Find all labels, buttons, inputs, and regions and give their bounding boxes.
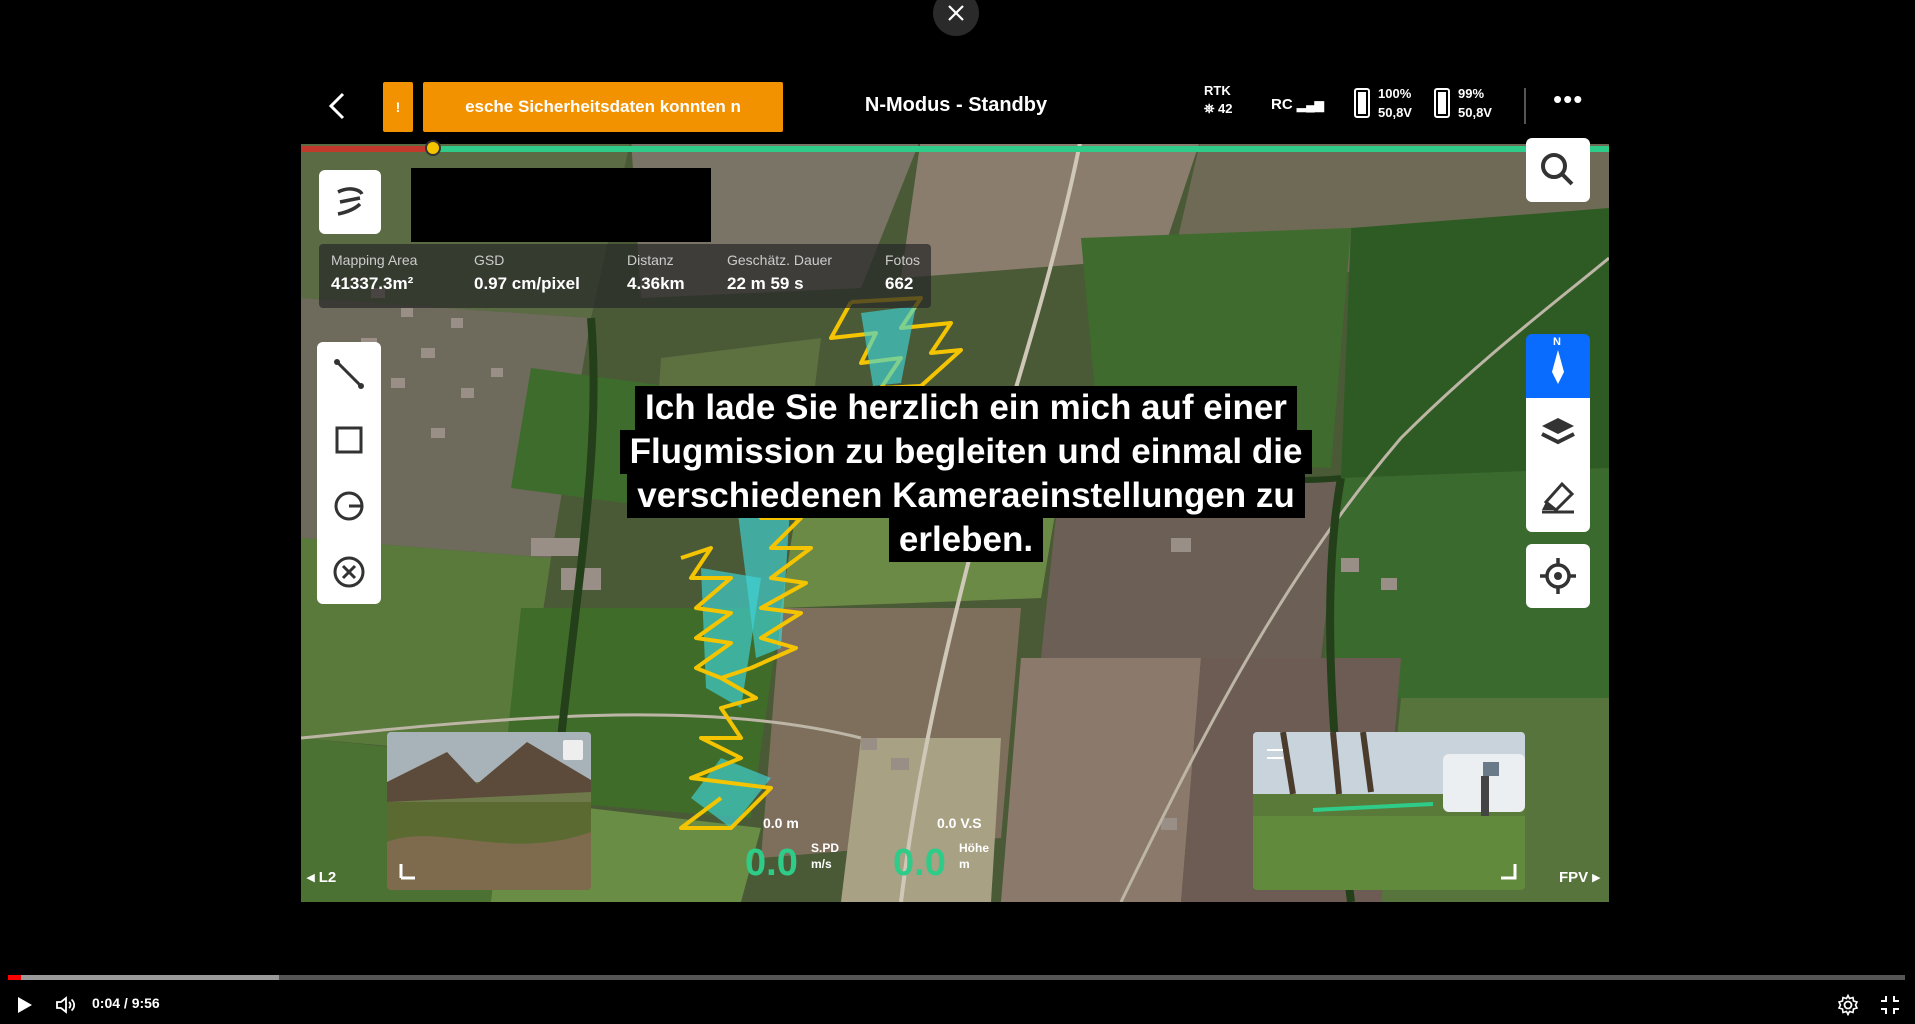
horizontal-speed-value: 0.0 bbox=[745, 842, 798, 884]
mission-stats-panel: Mapping Area 41337.3m² GSD 0.97 cm/pixel D… bbox=[319, 244, 931, 308]
search-icon bbox=[1541, 153, 1574, 186]
battery1-voltage: 50,8V bbox=[1378, 105, 1412, 120]
back-icon[interactable] bbox=[323, 88, 353, 124]
l2-camera-label[interactable]: ◂ L2 bbox=[307, 868, 336, 886]
mission-progress-marker[interactable] bbox=[425, 140, 441, 156]
compass-north-label: N bbox=[1553, 336, 1561, 348]
rc-label: RC bbox=[1271, 96, 1293, 113]
video-frame[interactable]: ! esche Sicherheitsdaten konnten n N-Mod… bbox=[301, 70, 1609, 902]
signal-bars-icon: ▂▄▆ bbox=[1296, 98, 1324, 112]
stat-distance: Distanz 4.36km bbox=[627, 252, 685, 293]
layers-icon[interactable] bbox=[1526, 400, 1590, 464]
camera-preview-right[interactable] bbox=[1253, 732, 1525, 890]
vertical-speed-label: 0.0 V.S bbox=[937, 815, 982, 831]
orbit-tool-icon[interactable] bbox=[331, 488, 367, 524]
close-button[interactable] bbox=[933, 0, 979, 36]
warning-icon[interactable]: ! bbox=[383, 82, 413, 132]
mission-progress-track[interactable] bbox=[301, 146, 1609, 152]
subtitle-line-4: erleben. bbox=[888, 518, 1044, 562]
area-tool-icon[interactable] bbox=[331, 422, 367, 458]
horizontal-distance-label: 0.0 m bbox=[763, 815, 799, 831]
video-progress-buffer bbox=[8, 975, 279, 980]
volume-icon[interactable] bbox=[54, 993, 78, 1017]
camera-preview-left[interactable] bbox=[387, 732, 591, 890]
battery1-percent: 100% bbox=[1378, 86, 1412, 101]
battery2-icon bbox=[1434, 88, 1450, 118]
mission-type-button[interactable] bbox=[319, 170, 381, 234]
altitude-unit: Höhe m bbox=[959, 841, 989, 871]
eraser-icon[interactable] bbox=[1526, 464, 1590, 528]
altitude-value: 0.0 bbox=[893, 842, 946, 884]
video-progress-played[interactable] bbox=[8, 975, 21, 980]
horizontal-speed-unit: S.PD m/s bbox=[811, 841, 840, 871]
satellite-icon: ⛯ bbox=[1204, 101, 1215, 116]
app-top-bar: ! esche Sicherheitsdaten konnten n N-Mod… bbox=[301, 70, 1609, 144]
battery2-status[interactable]: 99% 50,8V bbox=[1458, 84, 1492, 122]
fpv-camera-label[interactable]: FPV ▸ bbox=[1559, 868, 1600, 886]
subtitle-line-2: Flugmission zu begleiten und einmal die bbox=[619, 430, 1313, 474]
locate-button[interactable] bbox=[1526, 544, 1590, 608]
close-icon bbox=[948, 5, 964, 21]
warning-banner[interactable]: esche Sicherheitsdaten konnten n bbox=[423, 82, 783, 132]
subtitle-line-3: verschiedenen Kameraeinstellungen zu bbox=[627, 474, 1305, 518]
stat-gsd: GSD 0.97 cm/pixel bbox=[474, 252, 580, 293]
compass-button[interactable]: N bbox=[1526, 334, 1590, 398]
drawing-tools-panel bbox=[317, 342, 381, 604]
stat-mapping-area: Mapping Area 41337.3m² bbox=[331, 252, 418, 293]
redacted-area bbox=[411, 168, 711, 242]
rtk-label: RTK bbox=[1204, 83, 1231, 98]
divider bbox=[1524, 88, 1526, 124]
flight-mode-title: N-Modus - Standby bbox=[864, 94, 1048, 116]
battery2-voltage: 50,8V bbox=[1458, 105, 1492, 120]
exit-fullscreen-icon[interactable] bbox=[1878, 993, 1902, 1017]
locate-icon bbox=[1540, 558, 1576, 594]
video-subtitle: Ich lade Sie herzlich ein mich auf einer… bbox=[551, 386, 1381, 562]
mission-progress-start bbox=[301, 146, 431, 152]
rtk-value: 42 bbox=[1218, 101, 1233, 116]
battery1-status[interactable]: 100% 50,8V bbox=[1378, 84, 1412, 122]
play-icon[interactable] bbox=[12, 993, 36, 1017]
more-menu-icon[interactable]: ••• bbox=[1553, 86, 1587, 114]
delete-tool-icon[interactable] bbox=[331, 554, 367, 590]
rtk-status[interactable]: RTK ⛯ 42 bbox=[1204, 82, 1233, 118]
settings-gear-icon[interactable] bbox=[1836, 993, 1860, 1017]
stat-photos: Fotos 662 bbox=[885, 252, 921, 293]
line-tool-icon[interactable] bbox=[331, 356, 367, 392]
rc-signal[interactable]: RC ▂▄▆ bbox=[1271, 96, 1324, 113]
drone-logo-icon bbox=[337, 187, 364, 216]
search-button[interactable] bbox=[1526, 138, 1590, 202]
battery1-icon bbox=[1354, 88, 1370, 118]
map-layers-panel bbox=[1526, 398, 1590, 532]
subtitle-line-1: Ich lade Sie herzlich ein mich auf einer bbox=[635, 386, 1297, 430]
battery2-percent: 99% bbox=[1458, 86, 1485, 101]
video-time: 0:04 / 9:56 bbox=[92, 995, 160, 1011]
video-progress-track[interactable] bbox=[8, 975, 1905, 980]
stat-duration: Geschätz. Dauer 22 m 59 s bbox=[727, 252, 833, 293]
